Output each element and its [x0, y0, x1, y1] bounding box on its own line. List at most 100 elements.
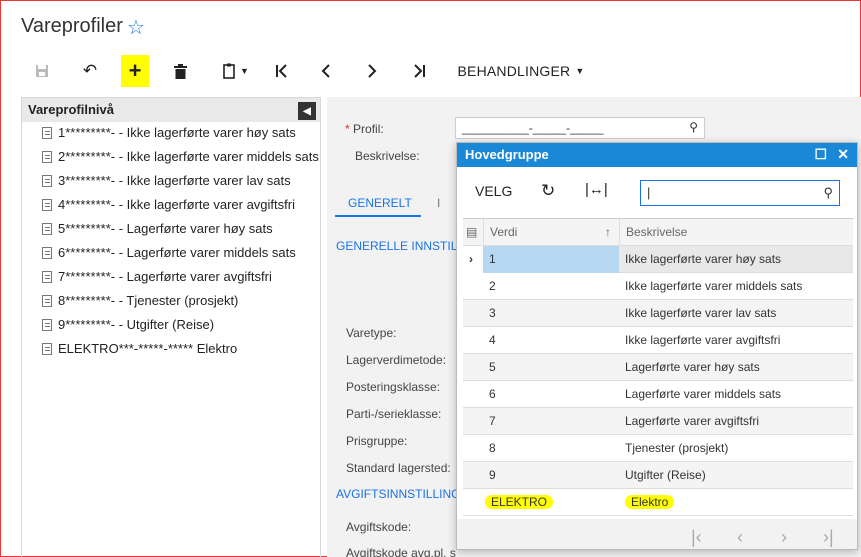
tree-item[interactable]: 8*********- - Tjenester (prosjekt) — [42, 293, 238, 308]
highlighted-value: Elektro — [625, 495, 675, 509]
field-label: Avgiftskode avg.pl. s — [346, 546, 456, 557]
refresh-icon[interactable]: ↻ — [541, 181, 555, 201]
cell-beskrivelse[interactable]: Lagerførte varer middels sats — [619, 381, 853, 408]
first-record-icon[interactable] — [269, 55, 295, 87]
document-icon — [42, 319, 52, 331]
next-record-icon[interactable] — [359, 55, 385, 87]
table-row[interactable]: 8 Tjenester (prosjekt) — [463, 435, 853, 462]
cell-beskrivelse[interactable]: Ikke lagerførte varer lav sats — [619, 300, 853, 327]
col-header-beskrivelse[interactable]: Beskrivelse — [619, 219, 853, 246]
cell-verdi[interactable]: 9 — [483, 462, 619, 489]
pager-first-icon[interactable]: |‹ — [691, 527, 702, 548]
document-icon — [42, 247, 52, 259]
tree-item-label: 6*********- - Lagerførte varer middels s… — [58, 245, 296, 260]
cell-verdi[interactable]: 3 — [483, 300, 619, 327]
cell-verdi[interactable]: 6 — [483, 381, 619, 408]
chevron-down-icon: ▼ — [575, 66, 585, 76]
previous-record-icon[interactable] — [313, 55, 339, 87]
grid-header-row: ▤ Verdi ↑ Beskrivelse — [463, 219, 853, 246]
cell-verdi[interactable]: 5 — [483, 354, 619, 381]
tree-item-label: ELEKTRO***-*****-***** Elektro — [58, 341, 238, 356]
table-row[interactable]: 2 Ikke lagerførte varer middels sats — [463, 273, 853, 300]
behandlinger-label: BEHANDLINGER — [457, 63, 571, 79]
document-icon — [42, 127, 52, 139]
tree-item[interactable]: 2*********- - Ikke lagerførte varer midd… — [42, 149, 319, 164]
maximize-icon[interactable]: ☐ — [814, 146, 827, 163]
tree-item[interactable]: 5*********- - Lagerførte varer høy sats — [42, 221, 273, 236]
tree-item[interactable]: 7*********- - Lagerførte varer avgiftsfr… — [42, 269, 272, 284]
cell-beskrivelse[interactable]: Ikke lagerførte varer middels sats — [619, 273, 853, 300]
tree-item-label: 1*********- - Ikke lagerførte varer høy … — [58, 125, 296, 140]
delete-icon[interactable] — [167, 55, 193, 87]
close-icon[interactable]: ✕ — [837, 146, 849, 163]
document-icon — [42, 271, 52, 283]
tree-item[interactable]: 9*********- - Utgifter (Reise) — [42, 317, 214, 332]
copy-paste-icon[interactable]: ▼ — [217, 55, 255, 87]
table-row[interactable]: 6 Lagerførte varer middels sats — [463, 381, 853, 408]
cell-beskrivelse[interactable]: Lagerførte varer avgiftsfri — [619, 408, 853, 435]
save-icon[interactable] — [29, 55, 55, 87]
table-row[interactable]: 3 Ikke lagerførte varer lav sats — [463, 300, 853, 327]
page-title: Vareprofiler — [21, 15, 123, 37]
cell-beskrivelse[interactable]: Elektro — [619, 489, 853, 516]
velg-button[interactable]: VELG — [475, 183, 512, 199]
table-row[interactable]: ELEKTRO Elektro — [463, 489, 853, 516]
table-row[interactable]: 4 Ikke lagerførte varer avgiftsfri — [463, 327, 853, 354]
cell-verdi[interactable]: 4 — [483, 327, 619, 354]
search-input[interactable]: | ⚲ — [640, 180, 840, 206]
table-row[interactable]: 9 Utgifter (Reise) — [463, 462, 853, 489]
hovedgruppe-lookup-dialog: Hovedgruppe ☐ ✕ VELG ↻ |↔| | ⚲ ▤ Verdi ↑ … — [456, 142, 858, 550]
tree-item-label: 2*********- - Ikke lagerførte varer midd… — [58, 149, 319, 164]
fit-columns-icon[interactable]: |↔| — [585, 181, 608, 198]
add-icon[interactable]: + — [121, 55, 149, 87]
cell-verdi[interactable]: 1 — [483, 246, 619, 273]
lookup-grid: ▤ Verdi ↑ Beskrivelse › 1 Ikke lagerførte… — [463, 218, 853, 516]
field-label: Parti-/serieklasse: — [346, 407, 442, 421]
collapse-pane-icon[interactable]: ◀ — [298, 102, 316, 120]
cell-verdi[interactable]: ELEKTRO — [479, 489, 619, 516]
behandlinger-menu[interactable]: BEHANDLINGER ▼ — [453, 55, 589, 87]
col-header-verdi[interactable]: Verdi ↑ — [483, 219, 619, 246]
tree-header-label: Vareprofilnivå — [28, 102, 114, 117]
search-icon[interactable]: ⚲ — [689, 120, 698, 134]
document-icon — [42, 223, 52, 235]
tab-generelt[interactable]: GENERELT — [348, 196, 412, 210]
pager-next-icon[interactable]: › — [781, 527, 787, 548]
profil-input[interactable]: __________-_____-_____ ⚲ — [455, 117, 705, 139]
table-row[interactable]: 5 Lagerførte varer høy sats — [463, 354, 853, 381]
pager-last-icon[interactable]: ›| — [823, 527, 834, 548]
section-avgift[interactable]: AVGIFTSINNSTILLING — [336, 487, 460, 501]
tree-item[interactable]: 6*********- - Lagerførte varer middels s… — [42, 245, 296, 260]
tree-item-label: 7*********- - Lagerførte varer avgiftsfr… — [58, 269, 272, 284]
search-icon[interactable]: ⚲ — [823, 185, 833, 201]
last-record-icon[interactable] — [406, 55, 432, 87]
cell-beskrivelse[interactable]: Tjenester (prosjekt) — [619, 435, 853, 462]
cell-beskrivelse[interactable]: Ikke lagerførte varer høy sats — [619, 246, 853, 273]
undo-icon[interactable]: ↶ — [77, 55, 103, 87]
table-row[interactable]: › 1 Ikke lagerførte varer høy sats — [463, 246, 853, 273]
tree-item[interactable]: ELEKTRO***-*****-***** Elektro — [42, 341, 237, 356]
tab-partial[interactable]: I — [437, 196, 440, 210]
cell-beskrivelse[interactable]: Ikke lagerførte varer avgiftsfri — [619, 327, 853, 354]
search-value: | — [647, 185, 651, 200]
field-label: Varetype: — [346, 326, 397, 340]
pager-bar — [457, 519, 857, 549]
cell-verdi[interactable]: 8 — [483, 435, 619, 462]
field-label: Standard lagersted: — [346, 461, 451, 475]
pager-prev-icon[interactable]: ‹ — [737, 527, 743, 548]
section-generelle[interactable]: GENERELLE INNSTIL — [336, 239, 457, 253]
tree-item[interactable]: 4*********- - Ikke lagerførte varer avgi… — [42, 197, 295, 212]
dialog-header: Hovedgruppe ☐ ✕ — [457, 143, 857, 167]
cell-beskrivelse[interactable]: Utgifter (Reise) — [619, 462, 853, 489]
cell-verdi[interactable]: 2 — [483, 273, 619, 300]
tree-item[interactable]: 3*********- - Ikke lagerførte varer lav … — [42, 173, 291, 188]
table-row[interactable]: 7 Lagerførte varer avgiftsfri — [463, 408, 853, 435]
cell-beskrivelse[interactable]: Lagerførte varer høy sats — [619, 354, 853, 381]
row-selector-icon: › — [463, 246, 483, 273]
cell-verdi[interactable]: 7 — [483, 408, 619, 435]
grid-settings-icon[interactable]: ▤ — [463, 219, 483, 246]
favorite-star-icon[interactable]: ☆ — [127, 15, 145, 40]
field-label: Prisgruppe: — [346, 434, 408, 448]
tree-item[interactable]: 1*********- - Ikke lagerførte varer høy … — [42, 125, 296, 140]
document-icon — [42, 295, 52, 307]
